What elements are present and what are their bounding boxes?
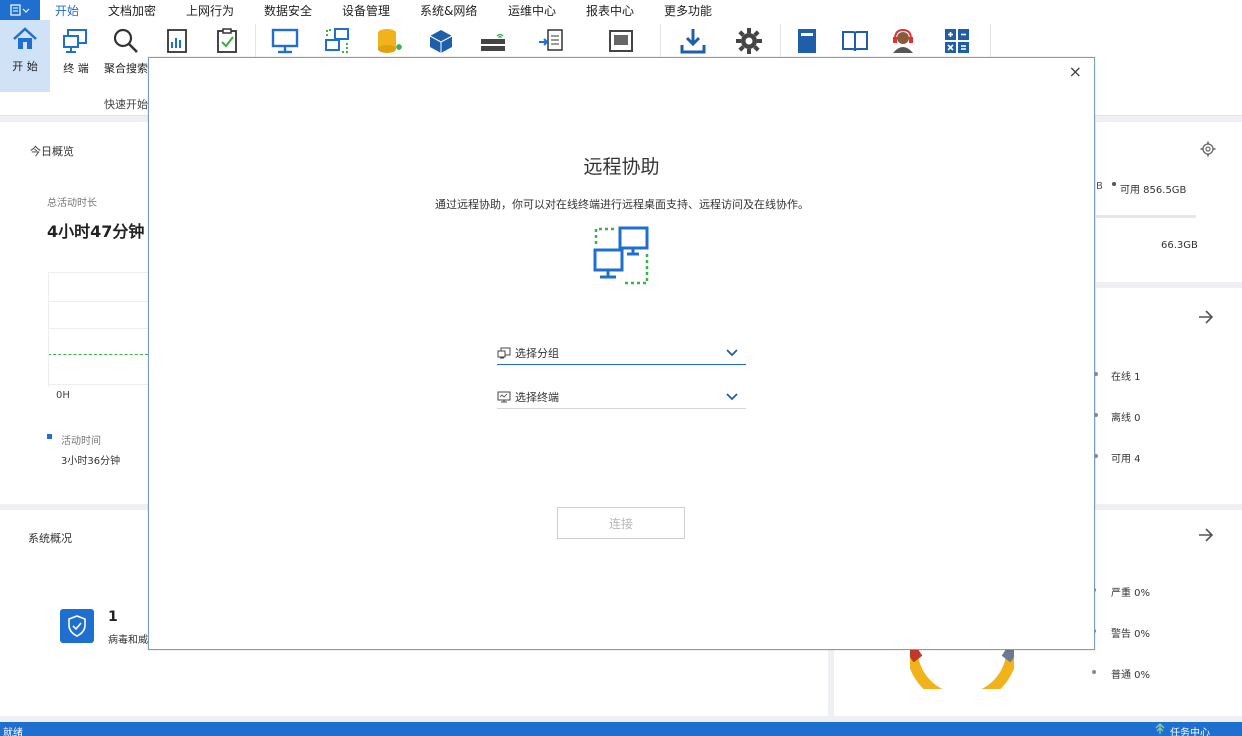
disk-used-partial: B bbox=[1096, 181, 1103, 192]
normal-dot bbox=[1092, 670, 1096, 674]
document-transfer-icon bbox=[536, 26, 566, 56]
dialog-title: 远程协助 bbox=[583, 156, 660, 178]
overview-title: 今日概览 bbox=[30, 145, 74, 158]
terminal-select-placeholder: 选择终端 bbox=[515, 390, 559, 404]
total-time-value: 4小时47分钟 bbox=[47, 222, 145, 241]
calculator-icon bbox=[942, 26, 972, 56]
checklist-icon bbox=[212, 26, 242, 56]
terminal-label: 终 端 bbox=[63, 62, 89, 75]
task-center-icon bbox=[1154, 723, 1166, 735]
connect-button[interactable]: 连接 bbox=[557, 507, 685, 539]
tab-start[interactable]: 开始 bbox=[52, 2, 82, 23]
tab-more-features[interactable]: 更多功能 bbox=[664, 2, 712, 19]
tab-data-security[interactable]: 数据安全 bbox=[264, 2, 312, 19]
group-select[interactable]: 选择分组 bbox=[497, 341, 746, 365]
legend-value: 3小时36分钟 bbox=[61, 456, 121, 467]
tab-device-management[interactable]: 设备管理 bbox=[342, 2, 390, 19]
dialog-description: 通过远程协助，你可以对在线终端进行远程桌面支持、远程访问及在线协作。 bbox=[435, 198, 809, 211]
search-icon bbox=[111, 26, 141, 56]
total-time-label: 总活动时长 bbox=[47, 198, 97, 209]
app-menu-icon bbox=[10, 4, 30, 16]
legend-label: 活动时间 bbox=[61, 436, 101, 447]
remote-assist-icon bbox=[322, 26, 352, 56]
task-center-link[interactable]: 任务中心 bbox=[1170, 724, 1210, 736]
search-label: 聚合搜索 bbox=[104, 62, 148, 75]
app-menu-button[interactable] bbox=[0, 0, 40, 20]
online-count: 在线 1 bbox=[1111, 372, 1141, 383]
group-icon bbox=[497, 347, 511, 359]
tab-ops-center[interactable]: 运维中心 bbox=[508, 2, 556, 19]
monitor-icon bbox=[497, 391, 511, 403]
headset-icon bbox=[888, 26, 918, 56]
remote-assist-dialog: × 远程协助 通过远程协助，你可以对在线终端进行远程桌面支持、远程访问及在线协作… bbox=[148, 57, 1095, 650]
tab-web-behavior[interactable]: 上网行为 bbox=[186, 2, 234, 19]
router-icon bbox=[478, 26, 508, 56]
disk-card: B 可用 856.5GB 66.3GB bbox=[1096, 122, 1242, 282]
tab-system-network[interactable]: 系统&网络 bbox=[420, 2, 477, 19]
book-icon bbox=[792, 26, 822, 56]
cube-icon bbox=[426, 26, 456, 56]
gear-icon[interactable] bbox=[1200, 141, 1216, 157]
status-text: 就绪 bbox=[3, 728, 23, 736]
download-icon bbox=[678, 26, 708, 56]
hardware-icon bbox=[606, 26, 636, 56]
system-title: 系统概况 bbox=[28, 532, 72, 545]
terminal-button[interactable]: 终 端 bbox=[56, 22, 96, 94]
shield-icon bbox=[60, 609, 94, 643]
normal-percent: 普通 0% bbox=[1111, 670, 1151, 681]
severe-percent: 严重 0% bbox=[1111, 588, 1151, 599]
alerts-donut bbox=[910, 649, 1014, 689]
arrow-right-icon[interactable] bbox=[1198, 528, 1214, 542]
menu-bar: 开始 文档加密 上网行为 数据安全 设备管理 系统&网络 运维中心 报表中心 更… bbox=[0, 0, 1242, 23]
home-label: 开 始 bbox=[12, 60, 38, 73]
axis-label-0h: 0H bbox=[56, 390, 70, 401]
legend-marker bbox=[47, 434, 52, 439]
tab-report-center[interactable]: 报表中心 bbox=[586, 2, 634, 19]
disk-available: 可用 856.5GB bbox=[1120, 185, 1187, 196]
home-icon bbox=[10, 24, 40, 54]
offline-count: 离线 0 bbox=[1111, 413, 1141, 424]
remote-desktop-icon bbox=[592, 226, 652, 286]
database-icon bbox=[374, 26, 404, 56]
warning-percent: 警告 0% bbox=[1111, 629, 1151, 640]
terminal-icon bbox=[61, 26, 91, 56]
group-select-placeholder: 选择分组 bbox=[515, 346, 559, 360]
available-dot bbox=[1112, 182, 1116, 186]
quick-start-group-label: 快速开始 bbox=[104, 98, 148, 111]
chevron-down-icon bbox=[726, 346, 738, 358]
overview-card: 今日概览 总活动时长 4小时47分钟 0H 活动时间 3小时36分钟 bbox=[0, 122, 148, 504]
aggregate-search-button[interactable]: 聚合搜索 bbox=[104, 22, 148, 94]
status-bar: 就绪 任务中心 bbox=[0, 722, 1242, 736]
report-icon bbox=[162, 26, 192, 56]
chevron-down-icon bbox=[726, 390, 738, 402]
disk-usage-bar bbox=[1096, 215, 1196, 218]
terminal-select[interactable]: 选择终端 bbox=[497, 385, 746, 409]
available-count: 可用 4 bbox=[1111, 454, 1141, 465]
activity-chart bbox=[48, 272, 148, 387]
monitor-icon bbox=[270, 26, 300, 56]
tab-doc-encryption[interactable]: 文档加密 bbox=[108, 2, 156, 19]
activity-line bbox=[48, 354, 148, 355]
arrow-right-icon[interactable] bbox=[1198, 310, 1214, 324]
terminals-card: 在线 1 离线 0 可用 4 bbox=[1094, 288, 1242, 504]
virus-count: 1 bbox=[108, 609, 118, 625]
gear-icon bbox=[734, 26, 764, 56]
virus-label: 病毒和威 bbox=[108, 635, 148, 646]
home-button[interactable]: 开 始 bbox=[0, 20, 50, 92]
close-button[interactable]: × bbox=[1069, 64, 1082, 80]
open-book-icon bbox=[840, 26, 870, 56]
disk-second-value: 66.3GB bbox=[1161, 240, 1198, 251]
